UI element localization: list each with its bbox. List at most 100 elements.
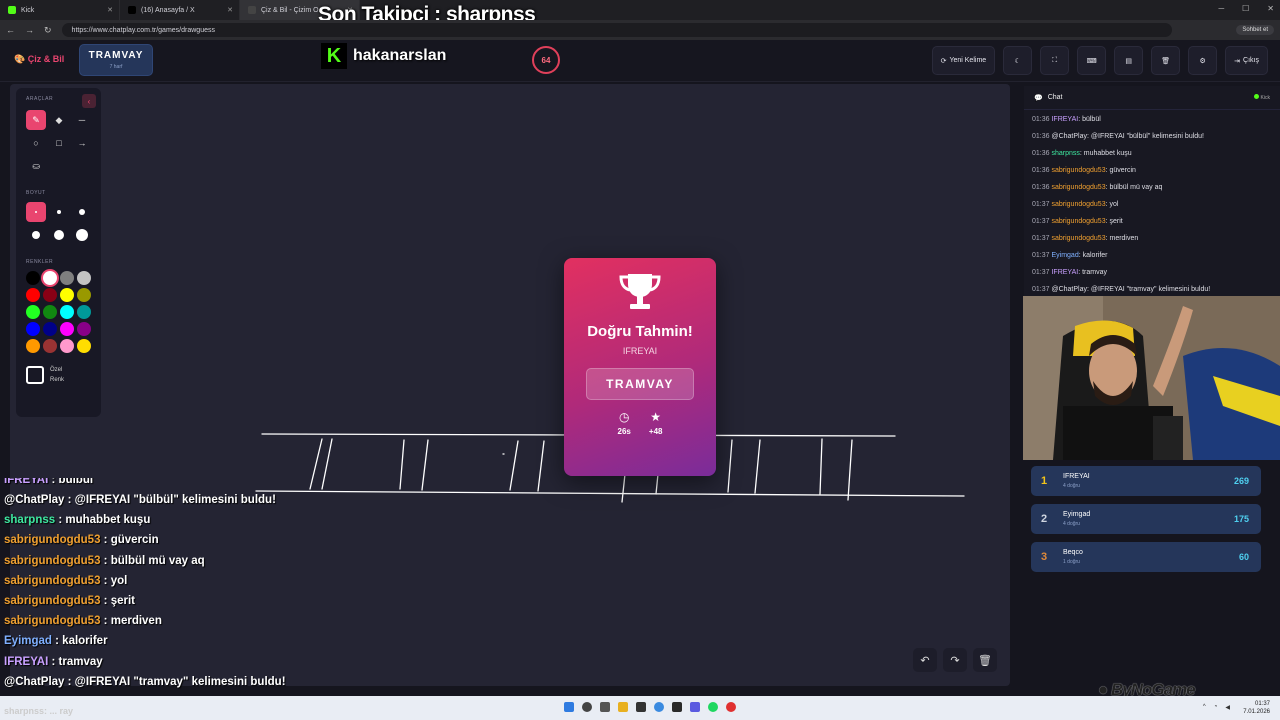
pen-icon: ✎ — [32, 114, 40, 125]
spotify-icon[interactable] — [708, 702, 718, 712]
undo-button[interactable]: ↶ — [913, 648, 937, 672]
minimize-icon[interactable]: ─ — [1218, 4, 1224, 13]
color-swatch[interactable] — [43, 322, 57, 336]
color-swatch[interactable] — [60, 288, 74, 302]
delete-button[interactable]: 🗑 — [1151, 46, 1181, 75]
browser-icon[interactable] — [654, 702, 664, 712]
chat-username[interactable]: @ChatPlay — [1051, 286, 1087, 293]
settings-button[interactable]: ⚙ — [1188, 46, 1218, 75]
collapse-panel-button[interactable]: ‹ — [82, 94, 96, 108]
chat-username[interactable]: IFREYAI — [1051, 116, 1078, 123]
url-field[interactable]: https://www.chatplay.com.tr/games/drawgu… — [61, 23, 1172, 37]
app-icon[interactable] — [636, 702, 646, 712]
chevron-left-icon: ‹ — [87, 96, 91, 106]
rect-tool-button[interactable]: □ — [49, 133, 69, 153]
close-icon[interactable]: ✕ — [1267, 4, 1274, 13]
circle-tool-button[interactable]: ○ — [26, 133, 46, 153]
color-swatch[interactable] — [60, 305, 74, 319]
size-4-button[interactable] — [26, 225, 46, 245]
chat-username[interactable]: IFREYAI — [1051, 269, 1078, 276]
leaderboard-row: 3 Beqco 1 doğru 60 — [1031, 542, 1261, 572]
color-swatch[interactable] — [43, 339, 57, 353]
chevron-up-icon[interactable]: ^ — [1203, 704, 1206, 711]
color-swatch[interactable] — [77, 271, 91, 285]
taskbar-clock[interactable]: 01:37 7.01.2026 — [1243, 700, 1270, 716]
start-icon[interactable] — [564, 702, 574, 712]
size-2-button[interactable] — [49, 202, 69, 222]
wifi-icon[interactable]: ◔ — [1214, 704, 1218, 711]
explorer-icon[interactable] — [618, 702, 628, 712]
color-swatch[interactable] — [26, 305, 40, 319]
color-swatch[interactable] — [77, 339, 91, 353]
fill-tool-button[interactable]: ⛀ — [26, 156, 46, 176]
custom-color-button[interactable]: Özel Renk — [26, 365, 91, 385]
color-swatch[interactable] — [77, 305, 91, 319]
keyboard-button[interactable]: ⌨ — [1077, 46, 1107, 75]
fullscreen-button[interactable]: ⛶ — [1040, 46, 1070, 75]
color-swatch[interactable] — [26, 288, 40, 302]
pen-tool-button[interactable]: ✎ — [26, 110, 46, 130]
maximize-icon[interactable]: ☐ — [1242, 4, 1249, 13]
circle-icon: ○ — [33, 138, 39, 148]
points-stat: ★ +48 — [649, 410, 663, 436]
color-swatch[interactable] — [60, 271, 74, 285]
discord-icon[interactable] — [690, 702, 700, 712]
browser-tab[interactable]: Kick ✕ — [0, 0, 120, 20]
chat-username[interactable]: @ChatPlay — [1051, 133, 1087, 140]
record-icon[interactable] — [726, 702, 736, 712]
line-icon: ─ — [78, 115, 86, 125]
chat-username[interactable]: sabrigundogdu53 — [1051, 167, 1105, 174]
player-correct-count: 4 doğru — [1063, 483, 1080, 489]
chat-username[interactable]: sabrigundogdu53 — [1051, 184, 1105, 191]
color-swatch[interactable] — [43, 305, 57, 319]
color-swatch[interactable] — [77, 288, 91, 302]
drawing-stroke-sleeper — [819, 438, 853, 501]
app-icon[interactable] — [672, 702, 682, 712]
color-swatch[interactable] — [60, 322, 74, 336]
theme-button[interactable]: ☾ — [1003, 46, 1033, 75]
task-view-icon[interactable] — [600, 702, 610, 712]
line-tool-button[interactable]: ─ — [72, 110, 92, 130]
chat-username[interactable]: sharpnss — [1051, 150, 1079, 157]
forward-icon[interactable]: → — [25, 25, 34, 35]
chat-username[interactable]: sabrigundogdu53 — [1051, 218, 1105, 225]
browser-tab[interactable]: (16) Anasayfa / X ✕ — [120, 0, 240, 20]
back-icon[interactable]: ← — [6, 25, 15, 35]
arrow-tool-button[interactable]: → — [72, 133, 92, 153]
color-swatch[interactable] — [26, 339, 40, 353]
chat-username[interactable]: sabrigundogdu53 — [1051, 235, 1105, 242]
exit-button[interactable]: ⇥ Çıkış — [1225, 46, 1268, 75]
star-icon: ★ — [650, 410, 662, 424]
color-swatch[interactable] — [60, 339, 74, 353]
sohbet-button[interactable]: Sohbet et — [1236, 25, 1274, 35]
chat-username[interactable]: sabrigundogdu53 — [1051, 201, 1105, 208]
color-swatch[interactable] — [43, 271, 57, 285]
size-3-button[interactable] — [72, 202, 92, 222]
color-swatch[interactable] — [26, 271, 40, 285]
chat-message-row: 01:37 sabrigundogdu53: yol — [1024, 196, 1280, 213]
clear-canvas-button[interactable]: 🗑 — [973, 648, 997, 672]
color-swatch[interactable] — [43, 288, 57, 302]
chat-source: Kick — [1253, 94, 1270, 101]
close-icon[interactable]: ✕ — [227, 6, 233, 14]
brand-logo[interactable]: 🎨 Çiz & Bil — [14, 54, 64, 65]
size-5-button[interactable] — [49, 225, 69, 245]
chat-username: sabrigundogdu53 — [4, 534, 101, 547]
volume-icon[interactable]: ◀ — [1225, 704, 1230, 711]
new-word-button[interactable]: ⟳ Yeni Kelime — [931, 46, 996, 75]
chat-time: 01:36 — [1032, 133, 1050, 140]
canvas-actions: ↶ ↷ 🗑 — [913, 648, 997, 672]
color-swatch[interactable] — [26, 322, 40, 336]
reload-icon[interactable]: ↻ — [44, 25, 52, 36]
archive-button[interactable]: ▤ — [1114, 46, 1144, 75]
eraser-tool-button[interactable]: ◆ — [49, 110, 69, 130]
close-icon[interactable]: ✕ — [107, 6, 113, 14]
size-1-button[interactable] — [26, 202, 46, 222]
redo-button[interactable]: ↷ — [943, 648, 967, 672]
drawing-stroke-sleeper — [621, 473, 659, 503]
chat-username[interactable]: Eyimgad — [1051, 252, 1078, 259]
search-icon[interactable] — [582, 702, 592, 712]
color-swatch[interactable] — [77, 322, 91, 336]
webcam-image — [1023, 296, 1280, 460]
size-6-button[interactable] — [72, 225, 92, 245]
